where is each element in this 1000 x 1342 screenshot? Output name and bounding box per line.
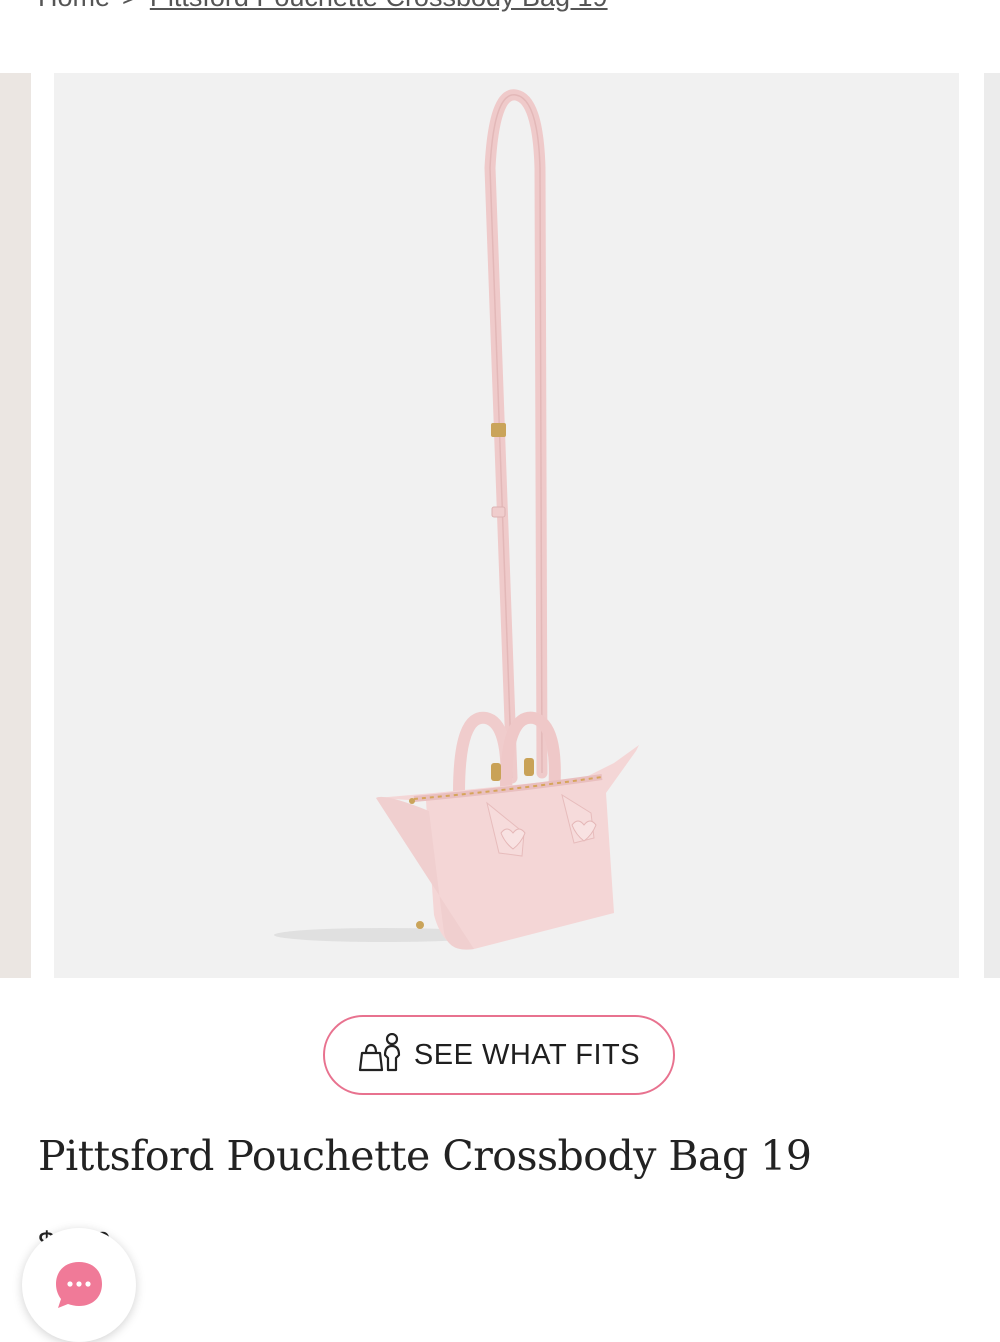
see-what-fits-button[interactable]: SEE WHAT FITS [323,1015,675,1095]
previous-slide-peek[interactable] [0,73,31,978]
see-what-fits-label: SEE WHAT FITS [413,1038,641,1071]
breadcrumb-home-link[interactable]: Home [38,0,110,13]
product-main-image[interactable] [54,73,959,978]
product-image-carousel[interactable] [0,73,1000,978]
breadcrumb-separator: > [122,0,138,13]
breadcrumb-current-link[interactable]: Pittsford Pouchette Crossbody Bag 19 [150,0,608,13]
chat-bubble-icon[interactable] [53,1259,105,1311]
pink-crossbody-bag-image [274,89,639,950]
breadcrumb: Home > Pittsford Pouchette Crossbody Bag… [38,0,608,12]
product-title: Pittsford Pouchette Crossbody Bag 19 [38,1132,812,1180]
chat-widget[interactable] [22,1228,136,1342]
next-slide-peek[interactable] [984,73,1000,978]
bag-person-icon [358,1032,404,1078]
